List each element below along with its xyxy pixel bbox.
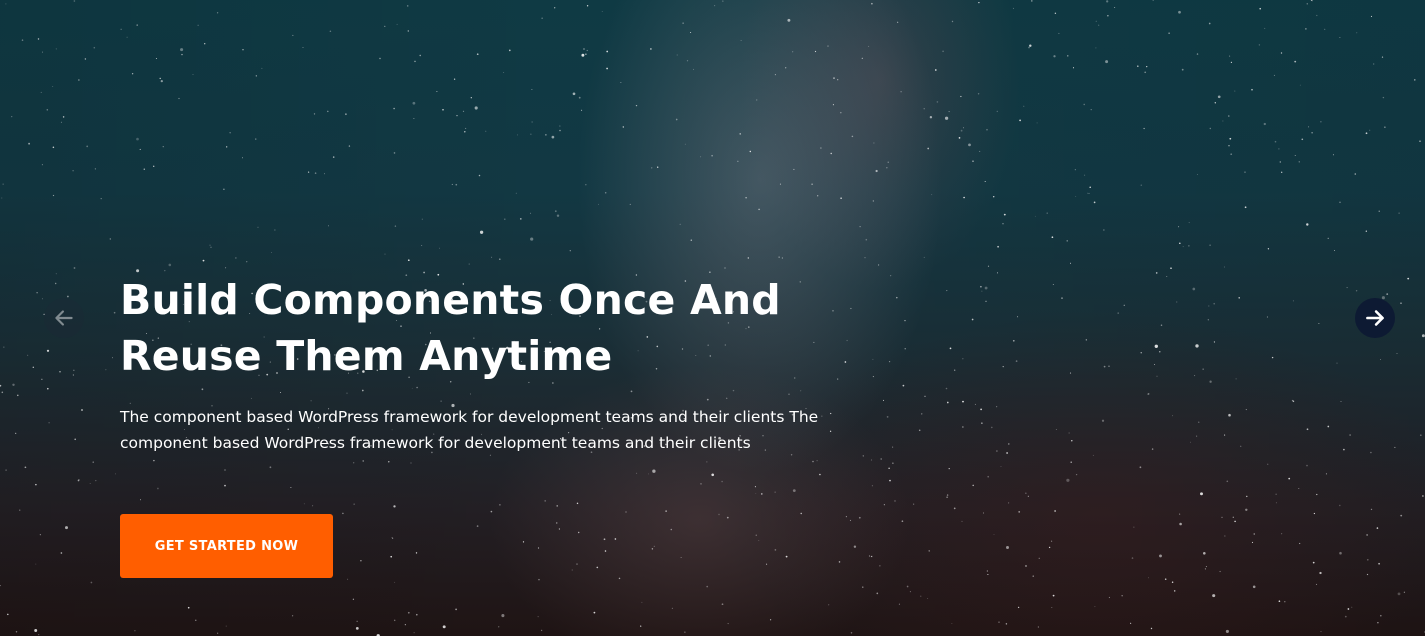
arrow-right-icon: [1366, 310, 1384, 326]
hero-content: Build Components Once And Reuse Them Any…: [120, 272, 880, 456]
hero-title-line2: Reuse Them Anytime: [120, 332, 613, 380]
hero-slider: Build Components Once And Reuse Them Any…: [0, 0, 1425, 636]
get-started-button[interactable]: GET STARTED NOW: [120, 514, 333, 578]
arrow-left-icon: [55, 310, 73, 326]
hero-title-line1: Build Components Once And: [120, 276, 781, 324]
hero-title: Build Components Once And Reuse Them Any…: [120, 272, 880, 384]
slider-prev-button[interactable]: [44, 298, 84, 338]
hero-subtitle: The component based WordPress framework …: [120, 408, 819, 452]
slider-next-button[interactable]: [1355, 298, 1395, 338]
